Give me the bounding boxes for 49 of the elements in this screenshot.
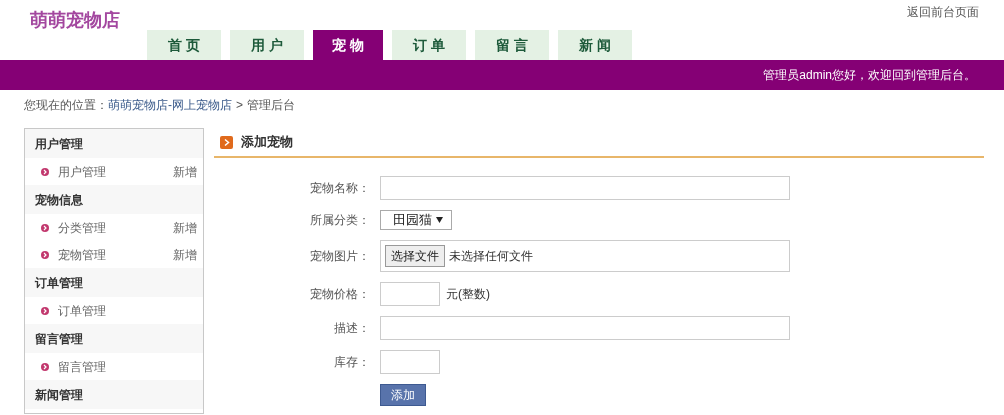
unit-text: 元(整数) — [446, 286, 490, 303]
site-logo: 萌萌宠物店 — [30, 9, 120, 32]
nav-tab[interactable]: 留 言 — [475, 30, 549, 60]
text-field[interactable] — [380, 176, 790, 200]
sidebar-group-title: 宠物信息 — [35, 191, 83, 209]
nav-tab[interactable]: 宠 物 — [313, 30, 383, 60]
breadcrumb-link[interactable]: 萌萌宠物店-网上宠物店 — [108, 96, 232, 114]
field-label: 宠物名称： — [309, 180, 371, 197]
sidebar-link[interactable]: 宠物管理 — [58, 245, 106, 264]
sidebar-group-title: 留言管理 — [35, 330, 83, 348]
welcome-text: 管理员admin您好，欢迎回到管理后台。 — [763, 67, 976, 84]
breadcrumb-current: 管理后台 — [247, 97, 295, 114]
field-label: 库存： — [333, 354, 371, 371]
breadcrumb-label: 您现在的位置： — [24, 97, 108, 114]
sidebar-group-title: 用户管理 — [35, 135, 83, 153]
sidebar-link[interactable]: 分类管理 — [58, 218, 106, 237]
nav-tab[interactable]: 用 户 — [230, 30, 304, 60]
field-label: 描述： — [333, 320, 371, 337]
add-link[interactable]: 新增 — [173, 245, 197, 264]
nav-tab[interactable]: 新 闻 — [558, 30, 632, 60]
field-label: 宠物图片： — [309, 248, 371, 265]
nav-tab[interactable]: 订 单 — [392, 30, 466, 60]
panel-title: 添加宠物 — [241, 133, 293, 152]
file-field[interactable]: 选择文件 未选择任何文件 — [380, 240, 790, 272]
sidebar-group-title: 新闻管理 — [35, 386, 83, 404]
sidebar-link[interactable]: 留言管理 — [58, 357, 106, 376]
sidebar-group-title: 订单管理 — [35, 274, 83, 292]
add-link[interactable]: 新增 — [173, 218, 197, 237]
text-field[interactable] — [380, 350, 440, 374]
field-label: 宠物价格： — [309, 286, 371, 303]
nav-tab[interactable]: 首 页 — [147, 30, 221, 60]
front-page-link[interactable]: 返回前台页面 — [907, 3, 979, 21]
add-link[interactable]: 新增 — [173, 162, 197, 181]
category-select[interactable]: 田园猫 — [380, 210, 452, 230]
bullet-icon — [41, 167, 49, 176]
add-button[interactable]: 添加 — [380, 384, 426, 406]
field-label: 所属分类： — [309, 212, 371, 229]
choose-file-button[interactable]: 选择文件 — [385, 245, 445, 267]
sidebar-link[interactable]: 订单管理 — [58, 301, 106, 320]
file-status-text: 未选择任何文件 — [449, 248, 533, 265]
text-field[interactable] — [380, 282, 440, 306]
caret-icon — [436, 217, 443, 223]
sidebar-link[interactable]: 用户管理 — [58, 162, 106, 181]
bullet-icon — [41, 250, 49, 259]
bullet-icon — [41, 362, 49, 371]
breadcrumb-separator: > — [236, 97, 243, 114]
bullet-icon — [41, 306, 49, 315]
text-field[interactable] — [380, 316, 790, 340]
bullet-icon — [41, 223, 49, 232]
